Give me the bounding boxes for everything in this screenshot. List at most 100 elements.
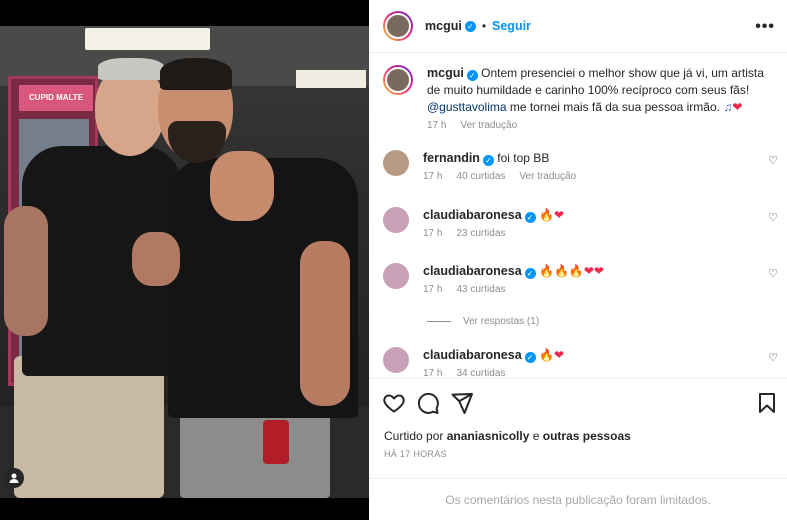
- liked-by: Curtido por ananiasnicolly e outras pess…: [384, 429, 631, 443]
- instagram-post-modal: CUPID MALTE mcgui ✓ • Seguir ••• mcgui ✓…: [0, 0, 787, 520]
- comment-text: fernandin ✓ foi top BB: [423, 150, 763, 167]
- hand: [210, 151, 274, 221]
- separator: •: [481, 19, 487, 33]
- comment-body: foi top BB: [493, 151, 550, 165]
- heart-emoji: ❤: [553, 208, 565, 222]
- heart-icon[interactable]: [382, 391, 406, 415]
- fire-emoji: 🔥🔥🔥: [539, 264, 584, 278]
- liked-prefix: Curtido por: [384, 429, 447, 443]
- comment-item: claudiabaronesa ✓ 🔥🔥🔥❤❤ 17 h 43 curtidas …: [383, 263, 778, 295]
- verified-icon: ✓: [464, 20, 476, 32]
- comments-list[interactable]: mcgui ✓ Ontem presenciei o melhor show qu…: [369, 54, 787, 378]
- comment-meta: 17 h 40 curtidas Ver tradução: [423, 171, 763, 182]
- fridge-sign: CUPID MALTE: [19, 85, 93, 111]
- post-header: mcgui ✓ • Seguir •••: [369, 0, 787, 53]
- mention-link[interactable]: @gusttavolima: [427, 100, 507, 114]
- comment-likes[interactable]: 23 curtidas: [456, 228, 505, 239]
- caption-body: Ontem presenciei o melhor show que já vi…: [427, 66, 764, 97]
- comments-limited-notice: Os comentários nesta publicação foram li…: [369, 478, 787, 520]
- avatar-image: [385, 13, 411, 39]
- person-1-hair: [98, 58, 164, 80]
- avatar-image: [385, 67, 411, 93]
- person-2-legs: [180, 410, 330, 498]
- liked-suffix: e: [529, 429, 543, 443]
- thumbs-up-hand: [132, 232, 180, 286]
- verified-icon: ✓: [524, 268, 536, 279]
- view-replies-label: Ver respostas (1): [463, 316, 540, 327]
- avatar[interactable]: [383, 11, 413, 41]
- like-heart-icon[interactable]: ♡: [768, 154, 778, 167]
- caption-username[interactable]: mcgui: [427, 66, 464, 80]
- liked-user-link[interactable]: ananiasnicolly: [447, 429, 530, 443]
- heart-emoji: ❤: [553, 348, 565, 362]
- person-2-arm: [300, 241, 350, 406]
- caption-body-2: me tornei mais fã da sua pessoa irmão.: [506, 100, 724, 114]
- comment-text: claudiabaronesa ✓ 🔥🔥🔥❤❤: [423, 263, 763, 280]
- heart-emoji: ❤❤: [583, 264, 604, 278]
- post-actions: Curtido por ananiasnicolly e outras pess…: [369, 378, 787, 478]
- person-1-arm: [4, 206, 48, 336]
- more-horizontal-icon[interactable]: •••: [755, 18, 775, 36]
- ceiling-light: [85, 28, 210, 50]
- person-1-legs: [14, 356, 164, 498]
- comment-icon[interactable]: [416, 391, 440, 415]
- comment-meta: 17 h 43 curtidas: [423, 284, 763, 295]
- bookmark-icon[interactable]: [755, 391, 779, 415]
- caption-time: 17 h: [427, 120, 447, 131]
- post-timestamp[interactable]: HÁ 17 HORAS: [384, 449, 447, 459]
- avatar[interactable]: [383, 65, 413, 95]
- comment-username[interactable]: claudiabaronesa: [423, 208, 522, 222]
- share-icon[interactable]: [450, 391, 474, 415]
- comment-time: 17 h: [423, 228, 443, 239]
- comment-item: claudiabaronesa ✓ 🔥❤ 17 h 23 curtidas ♡: [383, 207, 778, 239]
- comment-text: claudiabaronesa ✓ 🔥❤: [423, 207, 763, 224]
- ceiling-light: [296, 70, 366, 88]
- avatar[interactable]: [383, 150, 409, 176]
- caption-meta: 17 h Ver tradução: [427, 120, 767, 131]
- heart-emoji: ❤: [732, 100, 743, 114]
- verified-icon: ✓: [524, 212, 536, 223]
- like-heart-icon[interactable]: ♡: [768, 351, 778, 364]
- photo-image: CUPID MALTE: [0, 26, 369, 498]
- view-replies-button[interactable]: Ver respostas (1): [427, 316, 539, 327]
- avatar[interactable]: [383, 207, 409, 233]
- music-note-emoji: ♫: [723, 100, 733, 114]
- avatar[interactable]: [383, 347, 409, 373]
- person-2-beard: [168, 121, 226, 163]
- translate-link[interactable]: Ver tradução: [460, 120, 517, 131]
- comment-time: 17 h: [423, 171, 443, 182]
- person-2-hair: [160, 58, 232, 90]
- comment-username[interactable]: fernandin: [423, 151, 480, 165]
- comment-text: claudiabaronesa ✓ 🔥❤: [423, 347, 763, 364]
- comment-likes[interactable]: 43 curtidas: [456, 284, 505, 295]
- comment-time: 17 h: [423, 284, 443, 295]
- liked-others-link[interactable]: outras pessoas: [543, 429, 631, 443]
- tagged-users-icon[interactable]: [4, 468, 24, 488]
- comment-username[interactable]: claudiabaronesa: [423, 348, 522, 362]
- comment-likes[interactable]: 34 curtidas: [456, 368, 505, 378]
- post-photo[interactable]: CUPID MALTE: [0, 0, 369, 520]
- comment-meta: 17 h 23 curtidas: [423, 228, 763, 239]
- caption: mcgui ✓ Ontem presenciei o melhor show qu…: [383, 65, 778, 131]
- caption-text: mcgui ✓ Ontem presenciei o melhor show qu…: [427, 65, 767, 116]
- verified-icon: ✓: [482, 155, 494, 166]
- comment-username[interactable]: claudiabaronesa: [423, 264, 522, 278]
- like-heart-icon[interactable]: ♡: [768, 211, 778, 224]
- soda-can: [263, 420, 289, 464]
- verified-icon: ✓: [524, 352, 536, 363]
- translate-link[interactable]: Ver tradução: [519, 171, 576, 182]
- follow-button[interactable]: Seguir: [492, 19, 531, 33]
- post-side-panel: mcgui ✓ • Seguir ••• mcgui ✓ Ontem presen…: [369, 0, 787, 520]
- like-heart-icon[interactable]: ♡: [768, 267, 778, 280]
- replies-divider: [427, 321, 451, 322]
- avatar[interactable]: [383, 263, 409, 289]
- comment-item: fernandin ✓ foi top BB 17 h 40 curtidas V…: [383, 150, 778, 182]
- comment-likes[interactable]: 40 curtidas: [456, 171, 505, 182]
- comment-item: claudiabaronesa ✓ 🔥❤ 17 h 34 curtidas ♡: [383, 347, 778, 378]
- fire-emoji: 🔥: [539, 208, 554, 222]
- comment-time: 17 h: [423, 368, 443, 378]
- verified-icon: ✓: [466, 70, 478, 81]
- header-username[interactable]: mcgui: [425, 19, 462, 33]
- comment-meta: 17 h 34 curtidas: [423, 368, 763, 378]
- fire-emoji: 🔥: [539, 348, 554, 362]
